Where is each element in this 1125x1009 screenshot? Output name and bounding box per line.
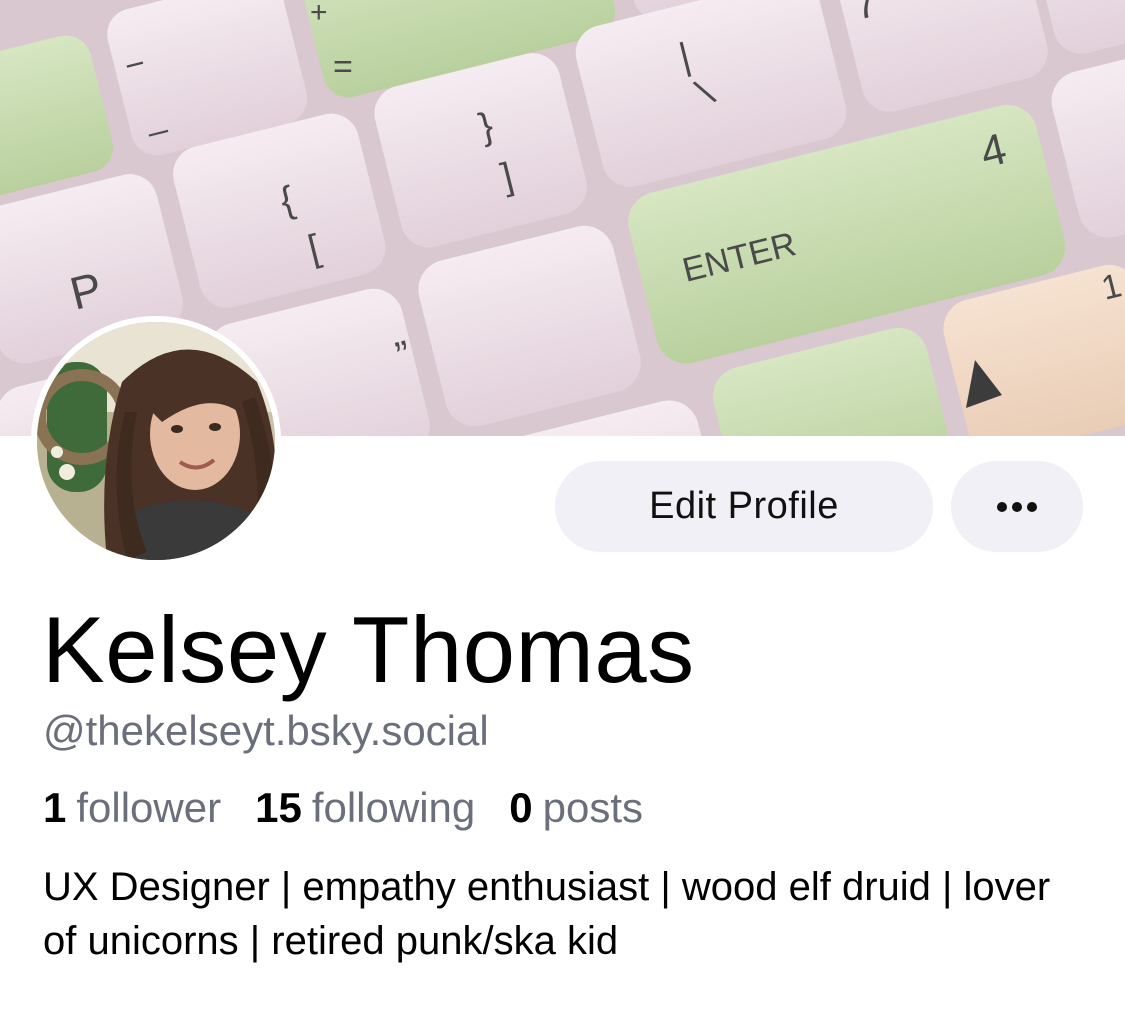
followers-stat[interactable]: 1 follower bbox=[43, 784, 221, 832]
dot bbox=[1027, 501, 1037, 512]
profile-page: + = − _ { [ } ] | \ P ” ENTER 4 7 1 Edit… bbox=[0, 0, 1125, 1009]
profile-bio: UX Designer | empathy enthusiast | wood … bbox=[43, 865, 1051, 963]
edit-profile-button[interactable]: Edit Profile bbox=[555, 461, 933, 552]
avatar-photo bbox=[37, 322, 275, 560]
profile-stats: 1 follower 15 following 0 posts bbox=[43, 784, 677, 832]
following-stat[interactable]: 15 following bbox=[255, 784, 475, 832]
display-name: Kelsey Thomas bbox=[42, 597, 695, 702]
posts-stat: 0 posts bbox=[509, 784, 643, 832]
more-horizontal-icon bbox=[997, 501, 1037, 512]
following-label: following bbox=[311, 784, 476, 831]
dot bbox=[997, 501, 1007, 512]
posts-count: 0 bbox=[509, 784, 533, 831]
posts-label: posts bbox=[542, 784, 643, 831]
more-options-button[interactable] bbox=[951, 461, 1083, 552]
followers-count: 1 bbox=[43, 784, 67, 831]
profile-handle: @thekelseyt.bsky.social bbox=[43, 707, 489, 754]
key-legend-plus: + bbox=[310, 0, 328, 29]
followers-label: follower bbox=[76, 784, 222, 831]
avatar-image bbox=[37, 322, 275, 560]
following-count: 15 bbox=[255, 784, 302, 831]
dot bbox=[1012, 501, 1022, 512]
avatar[interactable] bbox=[31, 316, 281, 566]
key-legend-equals: = bbox=[333, 48, 353, 86]
